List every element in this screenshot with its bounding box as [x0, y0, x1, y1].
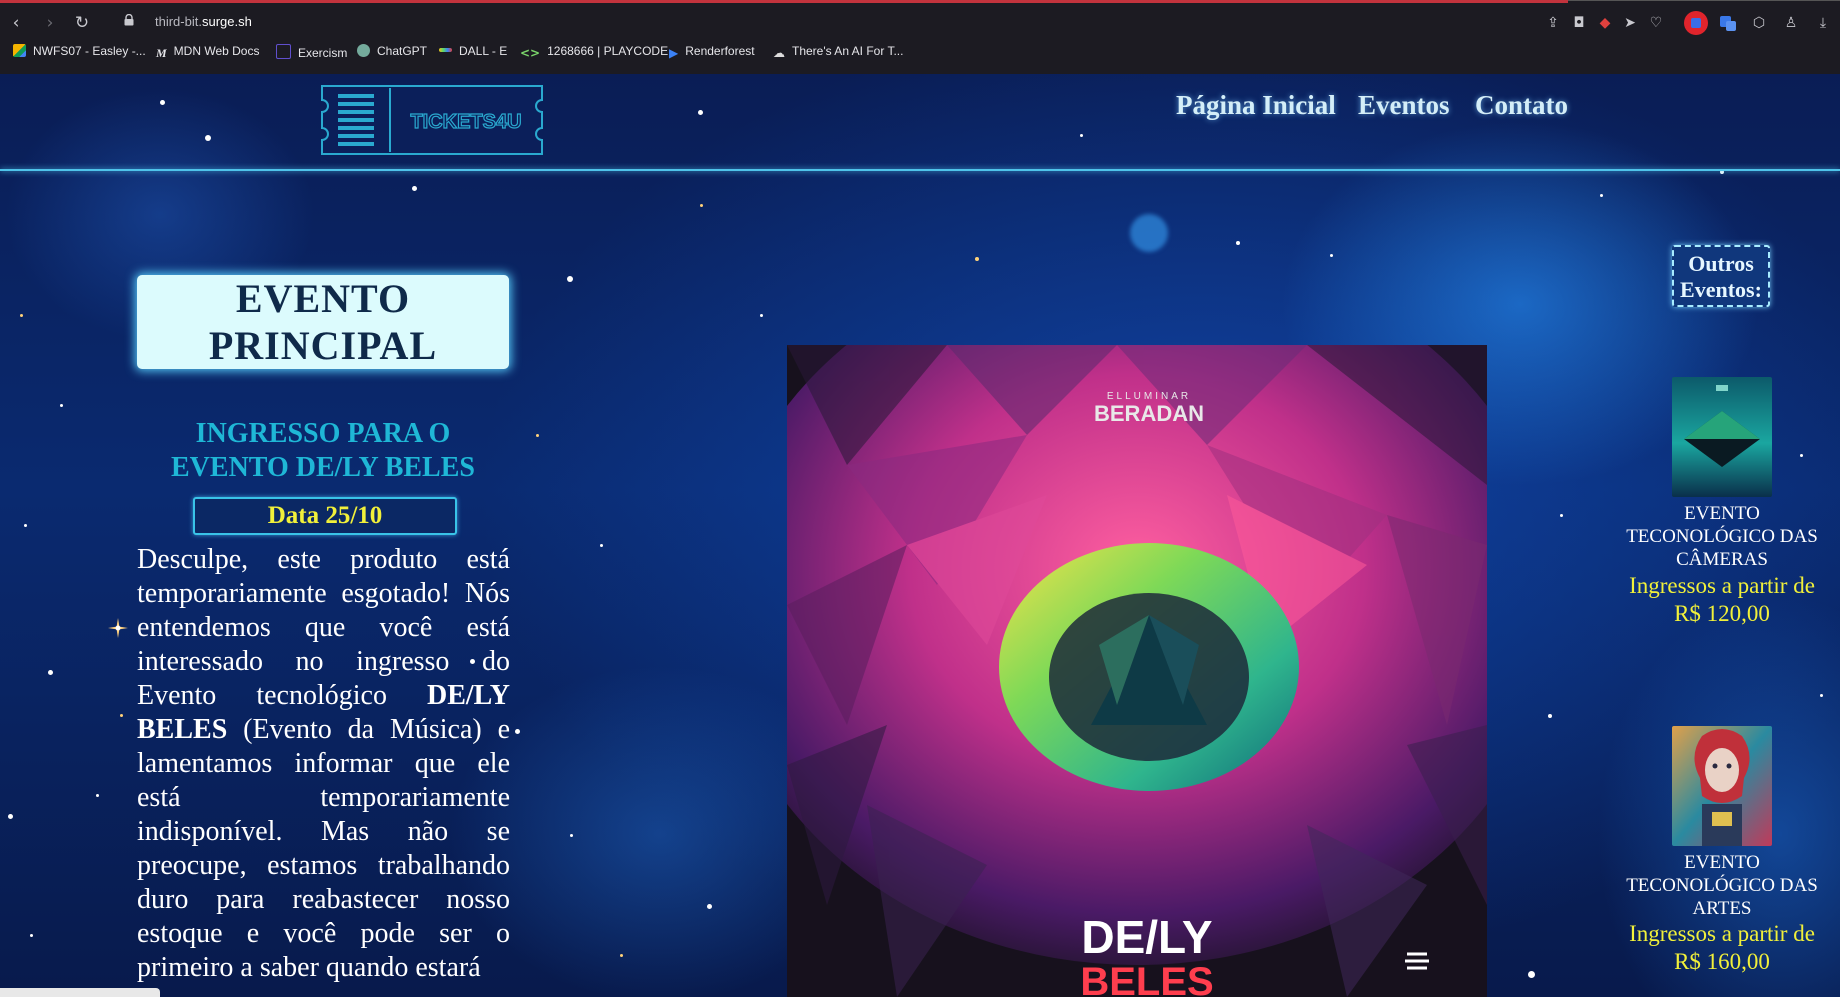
event-price-cameras: Ingressos a partir de R$ 120,00	[1629, 573, 1815, 626]
tab-strip-line	[1568, 0, 1840, 1]
playcode-icon: <>	[520, 46, 541, 60]
profile-icon[interactable]: ♙	[1781, 13, 1801, 33]
ai-icon: ☁	[773, 46, 785, 60]
nav-contact[interactable]: Contato	[1475, 90, 1568, 121]
bookmark-label: DALL - E	[459, 44, 508, 58]
bookmark-chatgpt[interactable]: ChatGPT	[357, 44, 427, 66]
nav-events[interactable]: Eventos	[1358, 90, 1450, 121]
event-thumb-cameras[interactable]	[1672, 377, 1772, 497]
bookmark-label: ChatGPT	[377, 44, 428, 58]
nav-home[interactable]: Página Inicial	[1176, 90, 1336, 121]
sparkle-icon	[108, 618, 128, 638]
sold-out-message: Desculpe, este produto está temporariame…	[137, 543, 510, 985]
bookmark-nwfs07[interactable]: NWFS07 - Easley -...	[13, 44, 146, 66]
extensions-icon[interactable]: ⬡	[1749, 13, 1769, 33]
browser-chrome: ‹ › ↻ third-bit.surge.sh ⇪ ◘ ◆ ➤ ♡ ⬡ ♙ ⤓…	[0, 0, 1840, 74]
event-thumb-arts[interactable]	[1672, 726, 1772, 846]
shield-icon[interactable]: ◆	[1595, 13, 1615, 33]
bookmark-ai-for-that[interactable]: ☁ There's An AI For T...	[773, 44, 903, 66]
event-name-cameras[interactable]: EVENTO TECONOLÓGICO DAS CÂMERAS	[1622, 502, 1822, 571]
main-event-title-line2: PRINCIPAL	[208, 323, 438, 368]
bookmark-label: NWFS07 - Easley -...	[33, 44, 146, 58]
drive-icon	[13, 44, 26, 57]
event-name-arts[interactable]: EVENTO TECONOLÓGICO DAS ARTES	[1622, 851, 1822, 920]
chatgpt-icon	[357, 44, 370, 57]
header-divider	[0, 169, 1840, 171]
site-logo[interactable]: TICKETS4U	[320, 84, 544, 156]
extension-avatar-icon[interactable]	[1683, 10, 1709, 36]
exercism-icon	[276, 44, 291, 59]
message-part-2: (Evento da Música) e lamentamos informar…	[137, 714, 510, 983]
event-poster[interactable]: ELLUMINAR BERADAN DE/LY BELES	[787, 345, 1487, 997]
url-domain: surge.sh	[201, 14, 252, 29]
share-icon[interactable]: ⇪	[1543, 13, 1563, 33]
bookmark-label: MDN Web Docs	[173, 44, 260, 58]
logo-text: TICKETS4U	[410, 111, 521, 133]
main-event-title-line1: EVENTO	[235, 276, 411, 321]
lock-icon[interactable]	[124, 14, 134, 26]
forward-icon[interactable]: ›	[40, 13, 60, 33]
poster-title-line2: BELES	[1080, 960, 1213, 997]
bookmarks-bar: NWFS07 - Easley -... M MDN Web Docs Exerc…	[0, 44, 1840, 66]
dalle-icon	[439, 48, 452, 52]
screenshot-icon[interactable]: ◘	[1569, 13, 1589, 33]
page-content: TICKETS4U Página Inicial Eventos Contato…	[0, 74, 1840, 997]
bookmark-mdn[interactable]: M MDN Web Docs	[156, 44, 259, 66]
poster-title-line1: DE/LY	[1081, 911, 1212, 963]
translate-icon[interactable]	[1718, 13, 1738, 33]
renderforest-icon: ▶	[669, 46, 679, 60]
bookmark-label: 1268666 | PLAYCODE	[547, 44, 669, 58]
heart-icon[interactable]: ♡	[1646, 13, 1666, 33]
back-icon[interactable]: ‹	[6, 13, 26, 33]
bookmark-label: Exercism	[298, 46, 348, 60]
download-icon[interactable]: ⤓	[1813, 13, 1833, 33]
event-price-arts: Ingressos a partir de R$ 160,00	[1629, 921, 1815, 974]
bookmark-exercism[interactable]: Exercism	[276, 44, 347, 66]
ticket-title: INGRESSO PARA O EVENTO DE/LY BELES	[171, 418, 475, 483]
mdn-icon: M	[156, 46, 167, 60]
status-bar	[0, 988, 160, 997]
bookmark-playcode[interactable]: <> 1268666 | PLAYCODE	[520, 44, 668, 66]
url-prefix: third-bit.	[155, 14, 202, 29]
bookmark-dalle[interactable]: DALL - E	[439, 44, 507, 66]
other-events-title: Outros Eventos:	[1672, 245, 1770, 307]
main-event-title: EVENTO PRINCIPAL	[137, 275, 509, 369]
reload-icon[interactable]: ↻	[72, 13, 92, 33]
tab-strip-accent	[0, 0, 1568, 3]
bookmark-renderforest[interactable]: ▶ Renderforest	[669, 44, 755, 66]
address-bar[interactable]: third-bit.surge.sh	[155, 14, 252, 29]
poster-top-text: BERADAN	[1094, 401, 1204, 426]
send-icon[interactable]: ➤	[1620, 13, 1640, 33]
date-badge: Data 25/10	[193, 497, 457, 535]
bookmark-label: There's An AI For T...	[792, 44, 904, 58]
bookmark-label: Renderforest	[685, 44, 755, 58]
